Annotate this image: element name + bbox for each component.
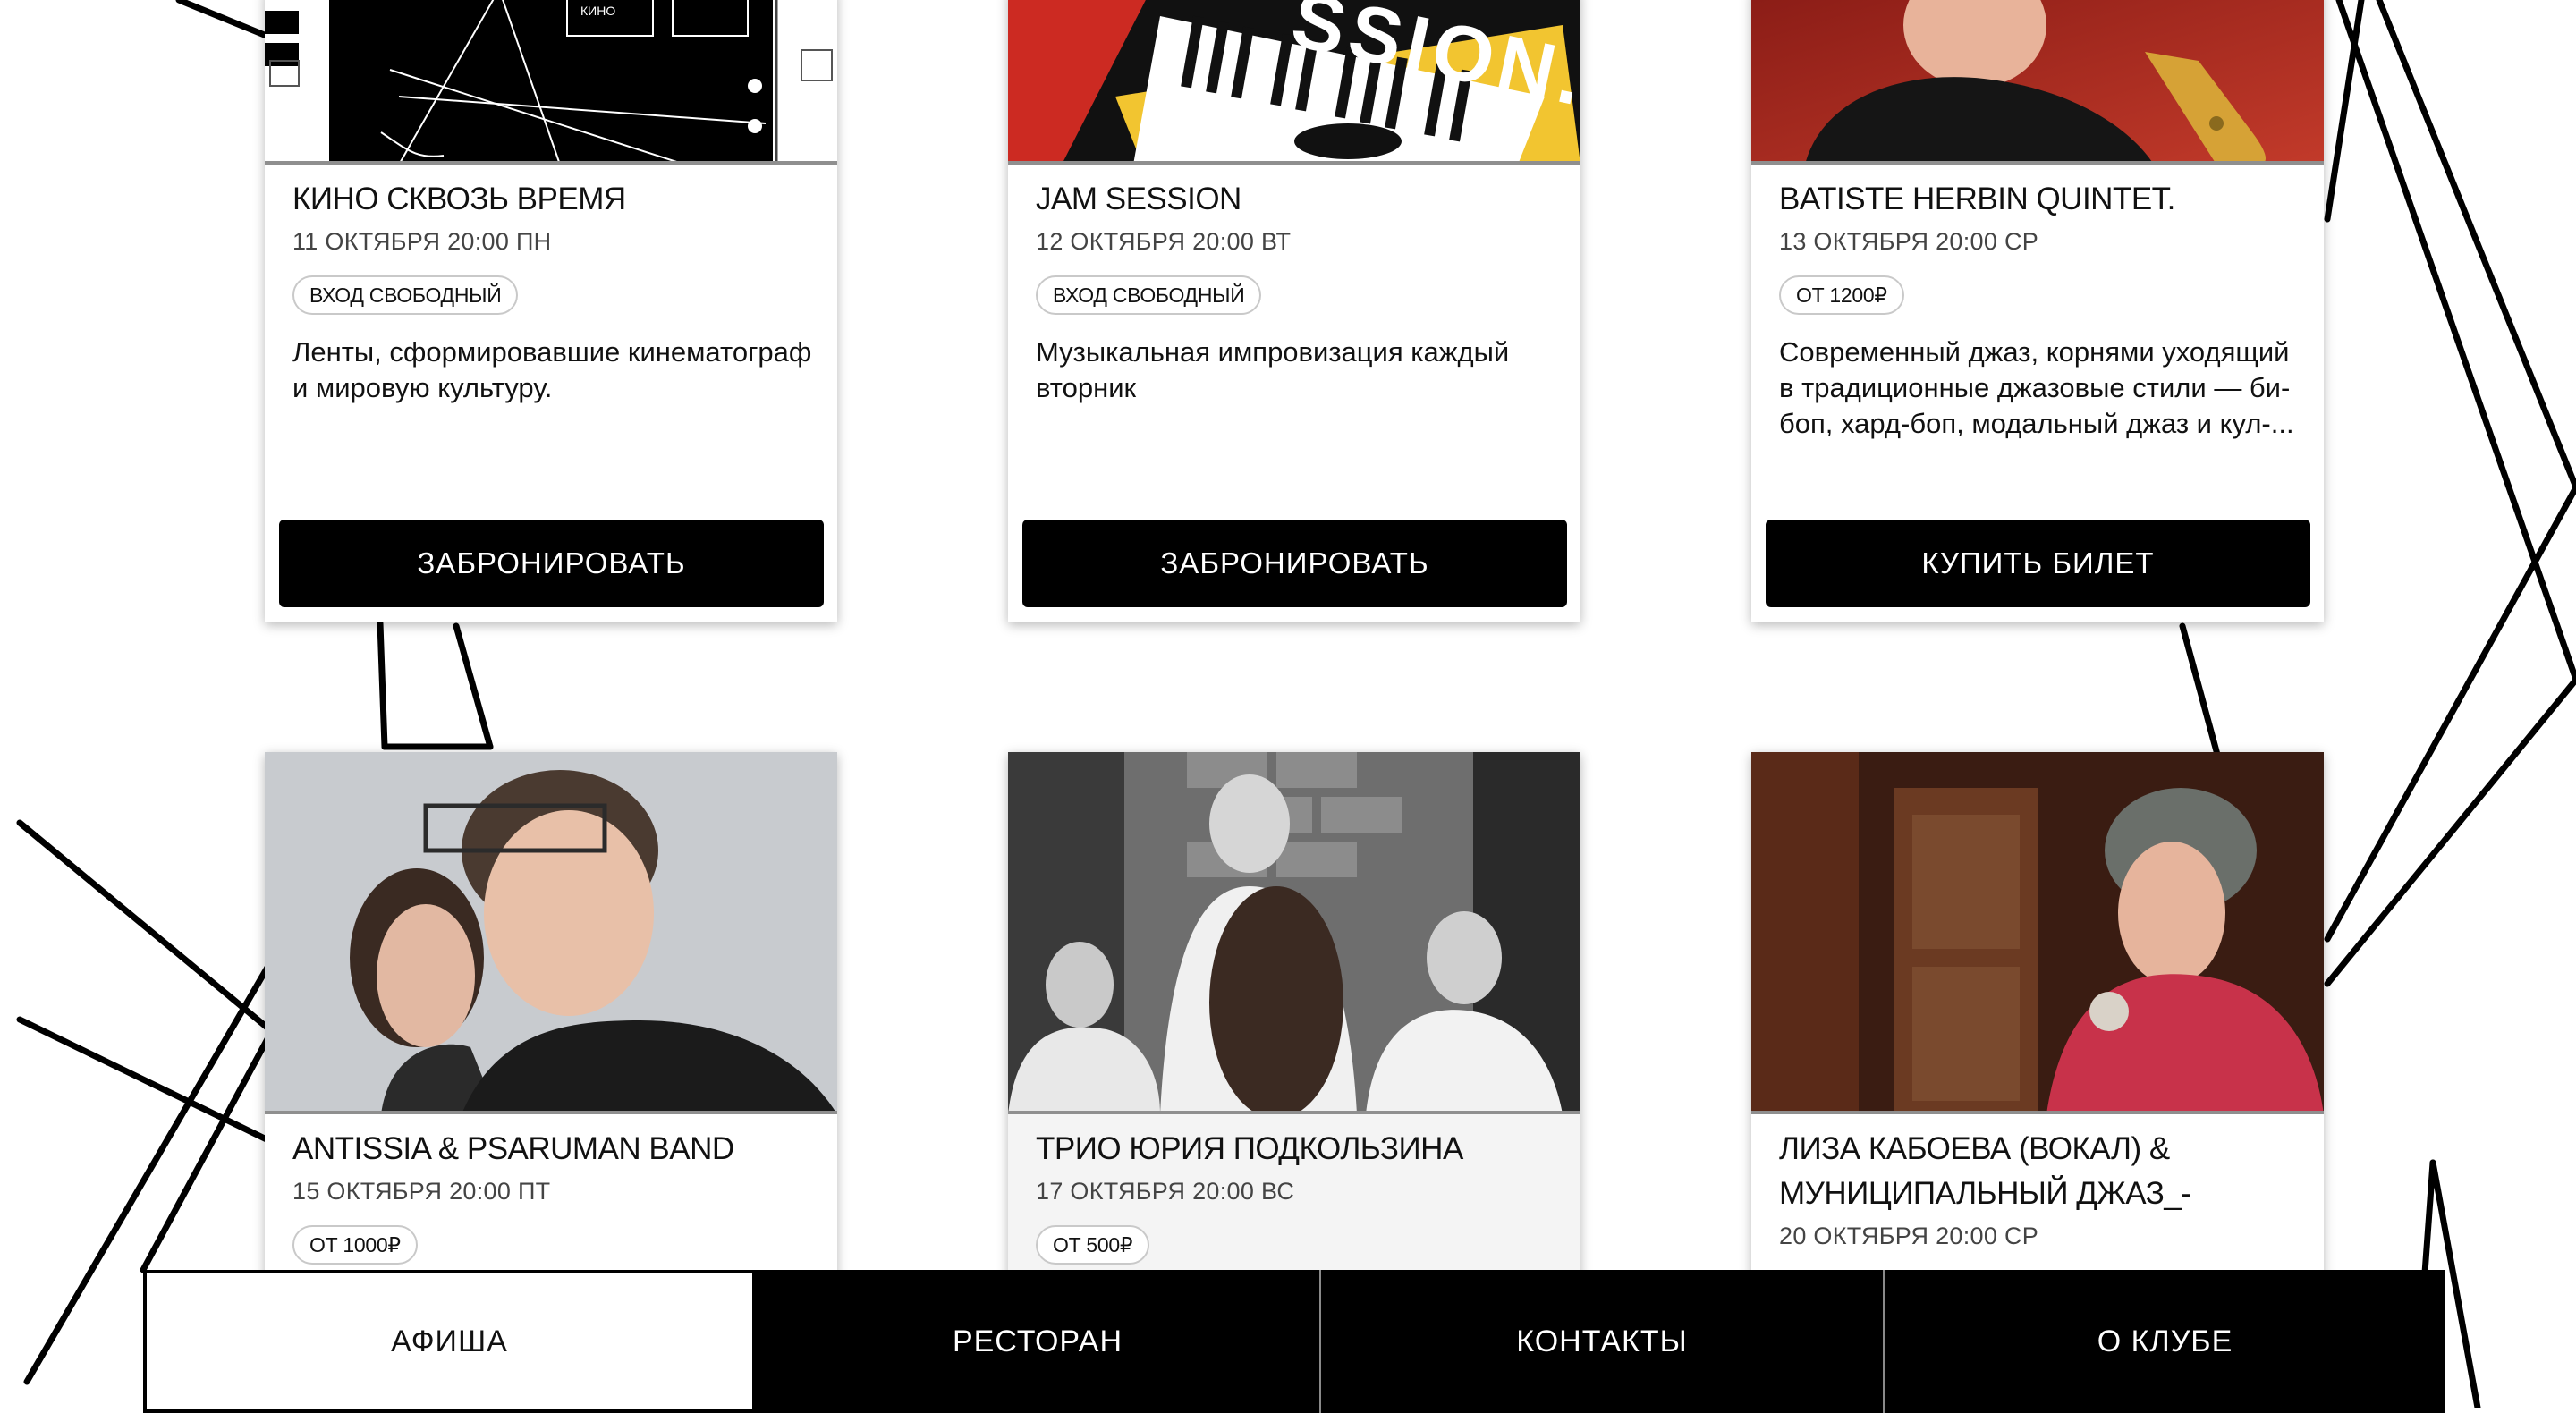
price-badge: ВХОД СВОБОДНЫЙ: [1036, 275, 1262, 315]
event-title[interactable]: ТРИО ЮРИЯ ПОДКОЛЬЗИНА: [1036, 1127, 1559, 1172]
tab-afisha[interactable]: АФИША: [143, 1270, 756, 1413]
event-card[interactable]: ЛИЗА КАБОЕВА (ВОКАЛ) & МУНИЦИПАЛЬНЫЙ ДЖА…: [1751, 752, 2324, 1289]
event-title[interactable]: BATISTE HERBIN QUINTET.: [1779, 177, 2302, 222]
event-image: [265, 752, 837, 1114]
event-image: [1008, 752, 1580, 1114]
event-description: Современный джаз, корнями уходящий в тра…: [1779, 336, 2294, 439]
image-divider: [1751, 1111, 2324, 1114]
event-card[interactable]: BATISTE HERBIN QUINTET. 13 ОКТЯБРЯ 20:00…: [1751, 0, 2324, 622]
price-badge: ОТ 500₽: [1036, 1225, 1150, 1265]
image-caption: КИНО: [580, 4, 616, 18]
buy-ticket-button[interactable]: КУПИТЬ БИЛЕТ: [1766, 520, 2310, 607]
book-button[interactable]: ЗАБРОНИРОВАТЬ: [1022, 520, 1567, 607]
price-badge: ВХОД СВОБОДНЫЙ: [292, 275, 519, 315]
price-badge: ОТ 1200₽: [1779, 275, 1904, 315]
image-divider: [1008, 1111, 1580, 1114]
event-card[interactable]: ANTISSIA & PSARUMAN BAND 15 ОКТЯБРЯ 20:0…: [265, 752, 837, 1289]
bottom-nav: АФИША РЕСТОРАН КОНТАКТЫ О КЛУБЕ: [143, 1270, 2445, 1413]
book-button[interactable]: ЗАБРОНИРОВАТЬ: [279, 520, 824, 607]
event-title[interactable]: ЛИЗА КАБОЕВА (ВОКАЛ) & МУНИЦИПАЛЬНЫЙ ДЖА…: [1779, 1127, 2302, 1216]
event-card[interactable]: КИНО КИНО СКВОЗЬ ВРЕМЯ 11 ОКТЯБРЯ 20:00 …: [265, 0, 837, 622]
event-date: 20 ОКТЯБРЯ 20:00 СР: [1779, 1223, 2039, 1249]
event-card[interactable]: ТРИО ЮРИЯ ПОДКОЛЬЗИНА 17 ОКТЯБРЯ 20:00 В…: [1008, 752, 1580, 1289]
event-title[interactable]: JAM SESSION: [1036, 177, 1559, 222]
image-divider: [1008, 161, 1580, 165]
event-description: Ленты, сформировавшие кинематограф и мир…: [292, 336, 812, 403]
event-description: Музыкальная импровизация каждый вторник: [1036, 336, 1510, 403]
price-badge: ОТ 1000₽: [292, 1225, 418, 1265]
image-divider: [1751, 161, 2324, 165]
event-image: SSION.: [1008, 0, 1580, 165]
image-divider: [265, 161, 837, 165]
tab-about-club[interactable]: О КЛУБЕ: [1883, 1270, 2445, 1413]
event-card[interactable]: SSION. JAM SESSION 12 ОКТЯБРЯ 20:00 ВТ В…: [1008, 0, 1580, 622]
tab-restaurant[interactable]: РЕСТОРАН: [756, 1270, 1319, 1413]
event-image: КИНО: [265, 0, 837, 165]
event-image: [1751, 0, 2324, 165]
event-title[interactable]: ANTISSIA & PSARUMAN BAND: [292, 1127, 816, 1172]
tab-contacts[interactable]: КОНТАКТЫ: [1319, 1270, 1883, 1413]
event-image: [1751, 752, 2324, 1114]
event-date: 11 ОКТЯБРЯ 20:00 ПН: [292, 228, 552, 255]
event-date: 12 ОКТЯБРЯ 20:00 ВТ: [1036, 228, 1292, 255]
event-title[interactable]: КИНО СКВОЗЬ ВРЕМЯ: [292, 177, 816, 222]
event-date: 13 ОКТЯБРЯ 20:00 СР: [1779, 228, 2039, 255]
event-date: 17 ОКТЯБРЯ 20:00 ВС: [1036, 1178, 1295, 1205]
event-date: 15 ОКТЯБРЯ 20:00 ПТ: [292, 1178, 551, 1205]
image-divider: [265, 1111, 837, 1114]
